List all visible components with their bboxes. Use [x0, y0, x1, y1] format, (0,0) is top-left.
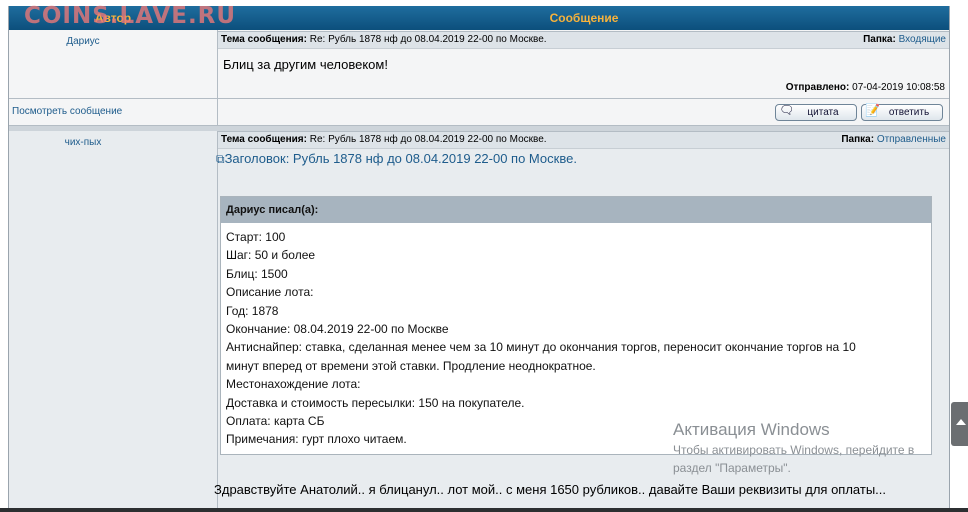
message-1-author-cell: Дариус [9, 30, 218, 98]
taskbar-edge [0, 508, 968, 512]
reply-button[interactable]: 📝 ответить [861, 103, 943, 121]
message-2-folder: Папка: Отправленные [841, 132, 946, 148]
external-link-icon: ⧉ [216, 152, 225, 166]
quote-block: Дариус писал(а): Старт: 100 Шаг: 50 и бо… [220, 196, 932, 455]
quote-line: Шаг: 50 и более [226, 248, 316, 263]
subject-label: Тема сообщения: [221, 34, 307, 45]
folder-label: Папка: [863, 34, 896, 45]
quote-line: Антиснайпер: ставка, сделанная менее чем… [226, 340, 856, 355]
message-1-folder-link[interactable]: Входящие [899, 34, 946, 45]
scroll-up-button[interactable] [951, 402, 968, 446]
message-2-author-cell: чих-пых [9, 131, 218, 512]
quote-line: Старт: 100 [226, 230, 286, 244]
message-1-author[interactable]: Дариус [9, 36, 157, 47]
topic-link[interactable]: ⧉Заголовок: Рубль 1878 нф до 08.04.2019 … [216, 151, 577, 167]
speech-bubble-icon: 🗨 [779, 103, 795, 117]
message-1-sent: Отправлено: 07-04-2019 10:08:58 [786, 82, 945, 93]
message-1-text: Блиц за другим человеком! [223, 57, 388, 72]
site-logo: COINS.LAVE.RU [24, 3, 237, 29]
windows-activation-title: Активация Windows [673, 420, 830, 439]
message-2-author[interactable]: чих-пых [9, 137, 157, 148]
quote-line: Местонахождение лота: [226, 377, 361, 392]
quote-body: Старт: 100 Шаг: 50 и более Блиц: 1500 Оп… [221, 223, 931, 449]
view-message-link[interactable]: Посмотреть сообщение [12, 106, 122, 117]
quote-line: Доставка и стоимость пересылки: 150 на п… [226, 395, 525, 410]
reply-button-label: ответить [888, 107, 930, 118]
message-1-subject: Тема сообщения: Re: Рубль 1878 нф до 08.… [221, 32, 547, 48]
quote-line: Год: 1878 [226, 303, 279, 318]
quote-button-label: цитата [807, 107, 839, 118]
message-2-subject: Тема сообщения: Re: Рубль 1878 нф до 08.… [221, 132, 547, 148]
quote-line: минут вперед от времени этой ставки. Про… [226, 358, 596, 373]
quote-header: Дариус писал(а): [221, 197, 931, 223]
message-1-subject-bar: Тема сообщения: Re: Рубль 1878 нф до 08.… [218, 31, 949, 49]
message-1-sent-date: 07-04-2019 10:08:58 [852, 82, 945, 93]
message-2-folder-link[interactable]: Отправленные [877, 134, 946, 145]
quote-line: Блиц: 1500 [226, 266, 288, 281]
subject-label: Тема сообщения: [221, 134, 307, 145]
sent-label: Отправлено: [785, 82, 850, 93]
quote-button[interactable]: 🗨 цитата [775, 103, 857, 121]
message-1-folder: Папка: Входящие [863, 32, 946, 48]
windows-activation-line2: раздел "Параметры". [673, 461, 791, 475]
message-2-subject-bar: Тема сообщения: Re: Рубль 1878 нф до 08.… [218, 131, 949, 149]
windows-activation-line1: Чтобы активировать Windows, перейдите в [673, 443, 915, 457]
message-2-reply-text: Здравствуйте Анатолий.. я блицанул.. лот… [214, 482, 887, 497]
folder-label: Папка: [841, 134, 875, 145]
notepad-icon: 📝 [865, 103, 880, 117]
message-column-header: Сообщение [549, 11, 619, 25]
message-2-subject-text: Re: Рубль 1878 нф до 08.04.2019 22-00 по… [309, 134, 547, 145]
quote-line: Окончание: 08.04.2019 22-00 по Москве [226, 322, 449, 337]
topic-link-text: Заголовок: Рубль 1878 нф до 08.04.2019 2… [224, 151, 577, 166]
quote-line: Описание лота: [226, 285, 314, 300]
actions-left-cell: Посмотреть сообщение [9, 99, 218, 125]
message-1-subject-text: Re: Рубль 1878 нф до 08.04.2019 22-00 по… [309, 34, 547, 45]
